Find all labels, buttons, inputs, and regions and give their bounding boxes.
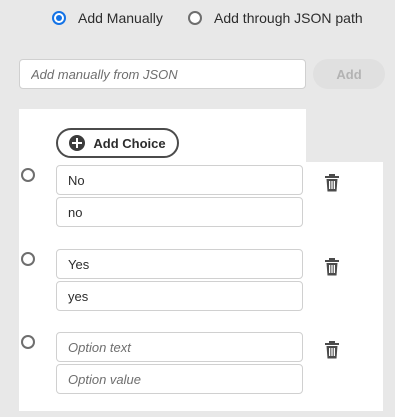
choice-text-input-3[interactable]: [56, 332, 303, 362]
add-choice-label: Add Choice: [93, 135, 166, 151]
add-manually-label: Add Manually: [78, 10, 163, 26]
choice-radio-3[interactable]: [21, 335, 35, 349]
add-json-path-option[interactable]: Add through JSON path: [188, 9, 363, 27]
choice-text-input-1[interactable]: [56, 165, 303, 195]
plus-circle-icon: [69, 135, 86, 151]
choice-radio-2[interactable]: [21, 252, 35, 266]
choice-value-input-2[interactable]: [56, 281, 303, 311]
delete-choice-1-trash-icon[interactable]: [324, 174, 340, 192]
choice-radio-1[interactable]: [21, 168, 35, 182]
source-mode-radio-group: Add Manually Add through JSON path: [0, 0, 395, 36]
add-json-path-label: Add through JSON path: [214, 10, 363, 26]
add-manually-radio[interactable]: [52, 11, 66, 25]
add-button[interactable]: Add: [313, 59, 385, 89]
add-json-path-radio[interactable]: [188, 11, 202, 25]
choice-value-input-1[interactable]: [56, 197, 303, 227]
add-manually-option[interactable]: Add Manually: [52, 9, 163, 27]
delete-choice-3-trash-icon[interactable]: [324, 341, 340, 359]
choice-value-input-3[interactable]: [56, 364, 303, 394]
choice-text-input-2[interactable]: [56, 249, 303, 279]
delete-choice-2-trash-icon[interactable]: [324, 258, 340, 276]
json-manual-input[interactable]: [19, 59, 306, 89]
add-choice-button[interactable]: Add Choice: [56, 128, 179, 158]
